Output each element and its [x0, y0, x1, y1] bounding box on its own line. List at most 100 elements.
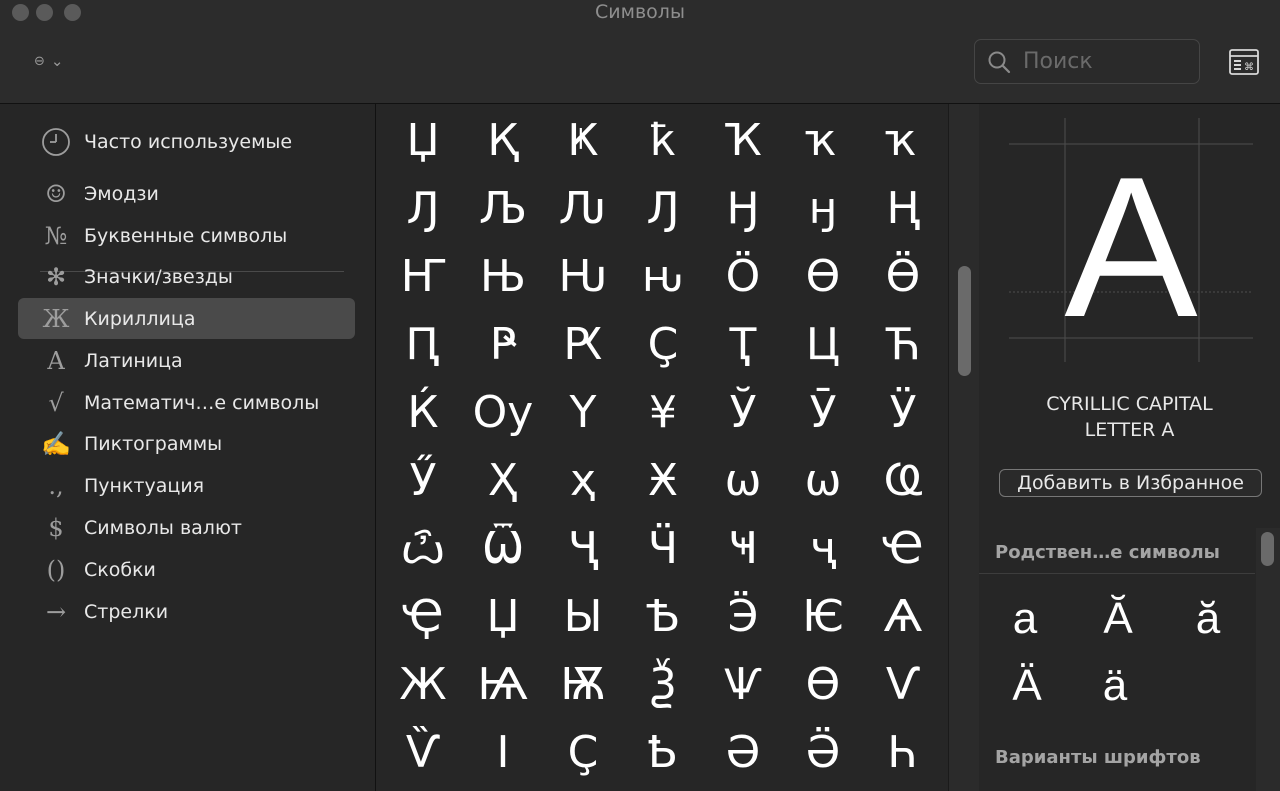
character-cell[interactable]: І [463, 718, 543, 786]
character-cell[interactable]: Оу [463, 378, 543, 446]
character-cell[interactable]: ѡ [703, 446, 783, 514]
sidebar-item-emoji[interactable]: ☺ Эмодзи [18, 173, 355, 214]
character-cell[interactable]: Һ [863, 718, 943, 786]
character-cell[interactable]: Ѭ [543, 650, 623, 718]
character-cell[interactable]: Ӵ [623, 514, 703, 582]
character-cell[interactable]: Ѯ [623, 650, 703, 718]
character-cell[interactable]: Ԗ [543, 310, 623, 378]
search-input[interactable] [1021, 48, 1185, 75]
character-cell[interactable]: Ҍ [623, 718, 703, 786]
character-cell[interactable]: Ӯ [783, 378, 863, 446]
character-cell[interactable]: Ҩ [863, 446, 943, 514]
character-cell[interactable]: ѡ [783, 446, 863, 514]
character-cell[interactable]: Ӈ [703, 174, 783, 242]
character-cell[interactable]: Ҡ [703, 106, 783, 174]
character-cell[interactable]: Ү [543, 378, 623, 446]
character-cell[interactable]: Ќ [383, 378, 463, 446]
character-cell[interactable]: Ҏ [463, 310, 543, 378]
character-cell[interactable]: Ҹ [703, 514, 783, 582]
related-character[interactable]: Ä [997, 656, 1057, 716]
character-cell[interactable]: Ҿ [383, 582, 463, 650]
sidebar-item-punctuation[interactable]: ., Пунктуация [18, 465, 355, 506]
character-cell[interactable]: Ѱ [703, 650, 783, 718]
related-characters-header: Родствен…е символы [995, 542, 1220, 563]
character-cell[interactable]: Џ [383, 106, 463, 174]
character-cell[interactable]: ӈ [783, 174, 863, 242]
sidebar-item-frequently-used[interactable]: Часто используемые [18, 121, 355, 162]
character-cell[interactable]: Ӫ [863, 242, 943, 310]
character-cell[interactable]: ԋ [623, 242, 703, 310]
sidebar-item-brackets[interactable]: () Скобки [18, 549, 355, 590]
sidebar-item-cyrillic[interactable]: Ж Кириллица [18, 298, 355, 339]
keyboard-viewer-icon[interactable]: ⌘ [1229, 49, 1259, 75]
dollar-icon: $ [48, 513, 64, 542]
character-cell[interactable]: Ӭ [703, 582, 783, 650]
sidebar-item-pictographs[interactable]: ✍ Пиктограммы [18, 423, 355, 464]
character-cell[interactable]: Ҽ [863, 514, 943, 582]
character-cell[interactable]: Қ [463, 106, 543, 174]
character-cell[interactable]: ¥ [623, 378, 703, 446]
character-cell[interactable]: Ӱ [863, 378, 943, 446]
character-cell[interactable]: Ö [703, 242, 783, 310]
character-cell[interactable]: Ц [783, 310, 863, 378]
character-cell[interactable]: Ç [623, 310, 703, 378]
character-cell[interactable]: Ө [783, 242, 863, 310]
character-cell[interactable]: ҡ [783, 106, 863, 174]
character-cell[interactable]: Ҫ [543, 718, 623, 786]
detail-scrollbar[interactable] [1256, 528, 1280, 791]
sidebar-item-currency[interactable]: $ Символы валют [18, 507, 355, 548]
sidebar-item-math[interactable]: √ Математич…е символы [18, 382, 355, 423]
character-cell[interactable]: Љ [463, 174, 543, 242]
sidebar-item-letterlike-symbols[interactable]: № Буквенные символы [18, 215, 355, 256]
character-cell[interactable]: ҳ [543, 446, 623, 514]
character-cell[interactable]: Ѳ [783, 650, 863, 718]
character-cell[interactable]: Ѣ [623, 582, 703, 650]
character-cell[interactable]: Ћ [863, 310, 943, 378]
related-character[interactable]: ä [1085, 656, 1145, 716]
grid-scroll-thumb[interactable] [958, 266, 971, 376]
character-cell[interactable]: Ѿ [463, 514, 543, 582]
view-options-dropdown[interactable]: ⊖ ⌄ [34, 52, 63, 70]
grid-scrollbar[interactable] [948, 104, 980, 791]
character-cell[interactable]: Ѩ [463, 650, 543, 718]
sidebar-item-label: Часто используемые [84, 130, 293, 153]
detail-scroll-thumb[interactable] [1261, 532, 1274, 566]
chevron-down-icon: ⌄ [50, 52, 64, 70]
character-cell[interactable]: Ԉ [543, 174, 623, 242]
character-cell[interactable]: Ә [703, 718, 783, 786]
related-character[interactable]: a [995, 589, 1055, 649]
character-cell[interactable]: ҡ [863, 106, 943, 174]
sidebar-item-arrows[interactable]: → Стрелки [18, 591, 355, 632]
character-cell[interactable]: Ў [703, 378, 783, 446]
character-cell[interactable]: Ң [863, 174, 943, 242]
related-character[interactable]: Ă [1088, 589, 1148, 649]
add-to-favorites-button[interactable]: Добавить в Избранное [999, 469, 1262, 497]
character-cell[interactable]: Ҭ [703, 310, 783, 378]
character-cell[interactable]: Њ [463, 242, 543, 310]
character-cell[interactable]: Ҷ [543, 514, 623, 582]
character-cell[interactable]: Ы [543, 582, 623, 650]
character-cell[interactable]: Ӿ [623, 446, 703, 514]
related-character[interactable]: ă [1178, 589, 1238, 649]
character-cell[interactable]: Џ [463, 582, 543, 650]
character-cell[interactable]: Ӳ [383, 446, 463, 514]
search-field[interactable] [974, 39, 1200, 84]
sidebar-item-stars[interactable]: ✻ Значки/звезды [18, 256, 355, 297]
character-cell[interactable]: Ԓ [383, 174, 463, 242]
character-cell[interactable]: Ѥ [783, 582, 863, 650]
character-cell[interactable]: Ӛ [783, 718, 863, 786]
character-cell[interactable]: Ԓ [623, 174, 703, 242]
character-cell[interactable]: Ѵ [863, 650, 943, 718]
character-cell[interactable]: Ԥ [383, 310, 463, 378]
character-cell[interactable]: Ж [383, 650, 463, 718]
character-cell[interactable]: Ҝ [543, 106, 623, 174]
character-cell[interactable]: Ѷ [383, 718, 463, 786]
character-cell[interactable]: ҷ [783, 514, 863, 582]
character-cell[interactable]: ҟ [623, 106, 703, 174]
character-cell[interactable]: Ҥ [383, 242, 463, 310]
character-cell[interactable]: Ѧ [863, 582, 943, 650]
character-cell[interactable]: Ҳ [463, 446, 543, 514]
sidebar-item-latin[interactable]: A Латиница [18, 340, 355, 381]
character-cell[interactable]: ѽ [383, 514, 463, 582]
character-cell[interactable]: Ԋ [543, 242, 623, 310]
